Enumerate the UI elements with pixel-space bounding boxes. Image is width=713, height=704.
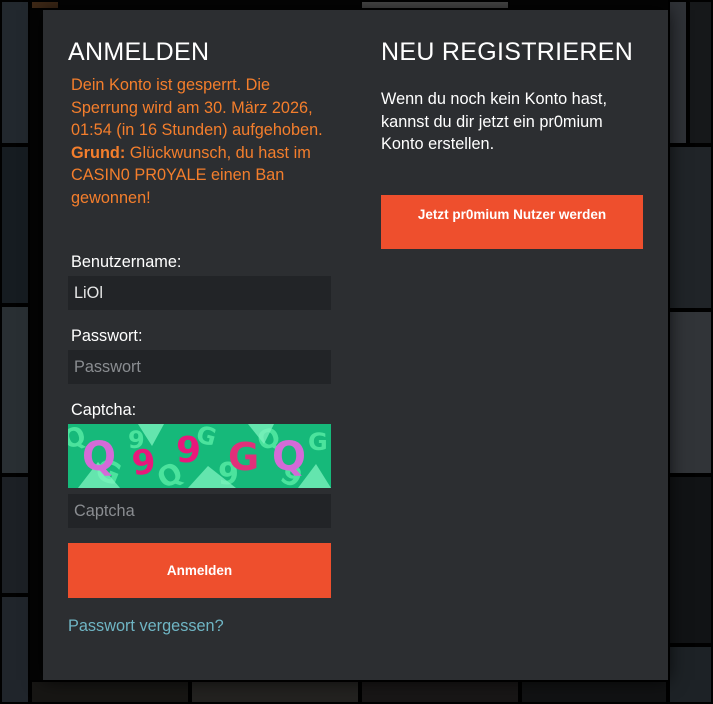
register-heading: NEU REGISTRIEREN — [381, 38, 634, 66]
forgot-password-link[interactable]: Passwort vergessen? — [68, 617, 224, 636]
ban-message-text: Dein Konto ist gesperrt. Die Sperrung wi… — [71, 76, 323, 140]
captcha-char: 9 — [176, 430, 201, 471]
auth-modal: ANMELDEN Dein Konto ist gesperrt. Die Sp… — [43, 10, 668, 680]
captcha-char: 9 — [130, 442, 158, 484]
login-heading: ANMELDEN — [68, 38, 210, 66]
premium-signup-button[interactable]: Jetzt pr0mium Nutzer werden — [381, 195, 643, 249]
captcha-char: G — [228, 435, 259, 479]
ban-reason-label: Grund: — [71, 143, 126, 162]
password-label: Passwort: — [71, 327, 143, 345]
login-button[interactable]: Anmelden — [68, 543, 331, 598]
username-input[interactable] — [68, 276, 331, 310]
captcha-char: Q — [272, 434, 306, 480]
captcha-input[interactable] — [68, 494, 331, 528]
svg-text:G: G — [308, 428, 328, 456]
captcha-image: Q G 9 Q G 9 Q 9 G Q 9 9 G Q — [68, 424, 331, 488]
captcha-char: Q — [82, 434, 116, 480]
username-label: Benutzername: — [71, 253, 182, 271]
captcha-label: Captcha: — [71, 401, 137, 419]
password-input[interactable] — [68, 350, 331, 384]
ban-message: Dein Konto ist gesperrt. Die Sperrung wi… — [71, 74, 333, 210]
register-description: Wenn du noch kein Konto hast, kannst du … — [381, 90, 607, 154]
